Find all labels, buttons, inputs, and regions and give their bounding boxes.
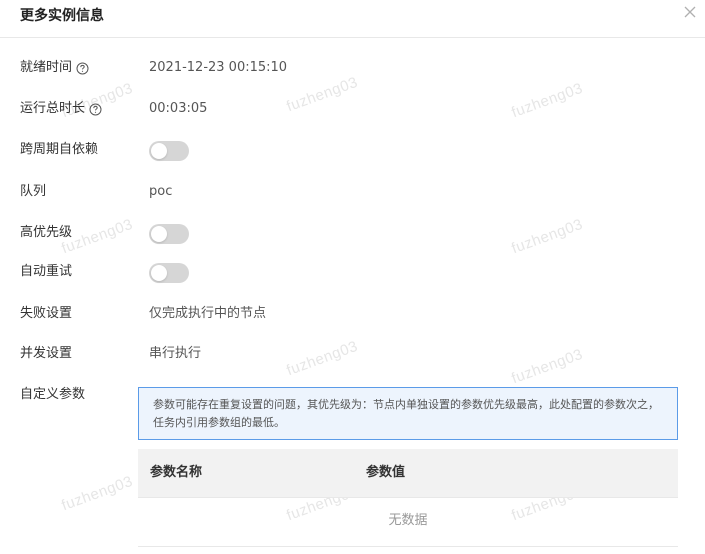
auto-retry-row: 自动重试 [0, 260, 705, 284]
failure-setting-row: 失败设置 仅完成执行中的节点 [0, 302, 705, 326]
column-header-param-name: 参数名称 [150, 465, 203, 480]
cross-cycle-label: 跨周期自依赖 [20, 142, 99, 157]
auto-retry-toggle[interactable] [149, 263, 189, 283]
close-icon[interactable] [683, 5, 697, 19]
auto-retry-label: 自动重试 [20, 264, 73, 279]
failure-setting-label: 失败设置 [20, 306, 73, 321]
cross-cycle-row: 跨周期自依赖 [0, 138, 705, 162]
custom-params-label: 自定义参数 [20, 387, 86, 402]
high-priority-label: 高优先级 [20, 225, 73, 240]
queue-value: poc [149, 184, 173, 199]
ready-time-row: 就绪时间 2021-12-23 00:15:10 [0, 56, 705, 80]
help-icon[interactable] [89, 103, 102, 116]
concurrency-setting-value: 串行执行 [149, 346, 202, 361]
queue-row: 队列 poc [0, 180, 705, 204]
dialog-title: 更多实例信息 [20, 8, 104, 24]
total-runtime-row: 运行总时长 00:03:05 [0, 97, 705, 121]
high-priority-toggle[interactable] [149, 224, 189, 244]
watermark: fuzheng03 [59, 472, 136, 515]
help-icon[interactable] [76, 62, 89, 75]
params-table-header: 参数名称 参数值 [138, 449, 678, 497]
toggle-knob [151, 265, 167, 281]
total-runtime-label: 运行总时长 [20, 101, 86, 116]
cross-cycle-toggle[interactable] [149, 141, 189, 161]
column-header-param-value: 参数值 [366, 465, 406, 480]
failure-setting-value: 仅完成执行中的节点 [149, 306, 267, 321]
ready-time-value: 2021-12-23 00:15:10 [149, 60, 288, 75]
concurrency-setting-row: 并发设置 串行执行 [0, 342, 705, 366]
high-priority-row: 高优先级 [0, 221, 705, 245]
queue-label: 队列 [20, 184, 47, 199]
param-priority-notice: 参数可能存在重复设置的问题，其优先级为：节点内单独设置的参数优先级最高，此处配置… [138, 387, 678, 440]
ready-time-label: 就绪时间 [20, 60, 73, 75]
toggle-knob [151, 226, 167, 242]
toggle-knob [151, 143, 167, 159]
params-table-empty: 无数据 [138, 498, 678, 547]
total-runtime-value: 00:03:05 [149, 101, 208, 116]
dialog-header: 更多实例信息 [0, 0, 705, 38]
concurrency-setting-label: 并发设置 [20, 346, 73, 361]
